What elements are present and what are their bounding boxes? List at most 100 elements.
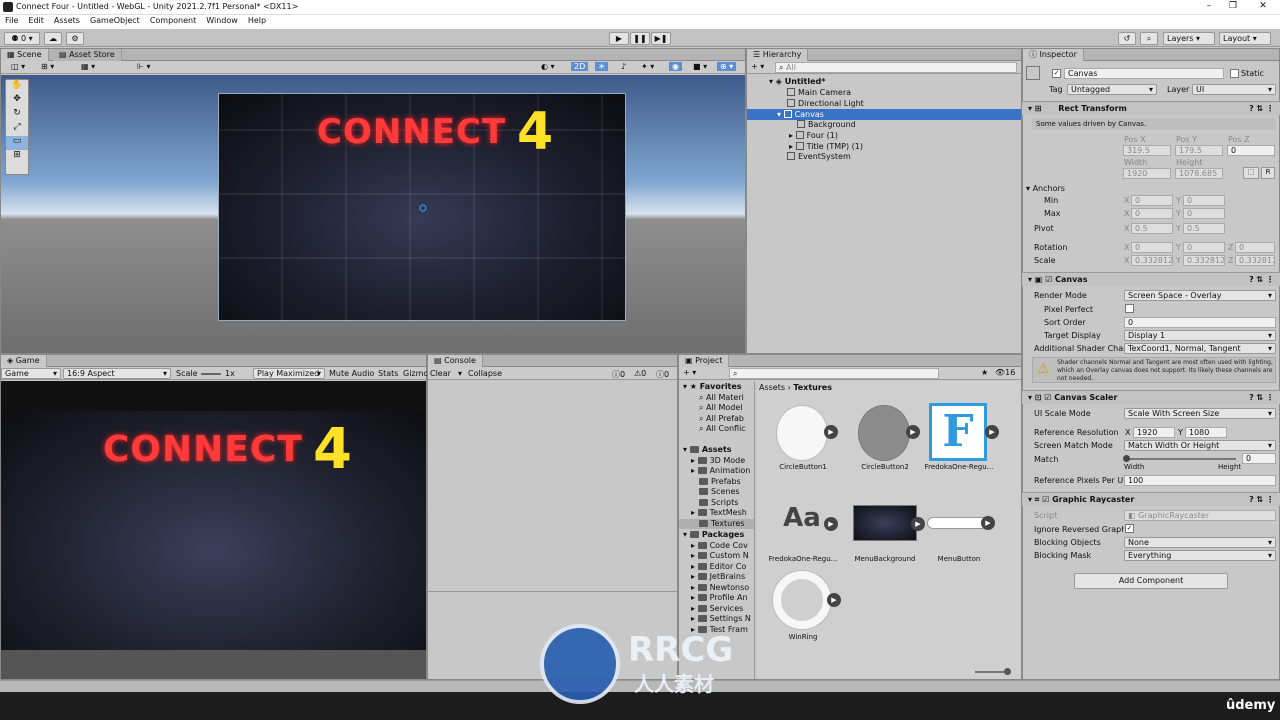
fav-all-materials[interactable]: ⌕ All Materi (699, 393, 744, 403)
canvas-rect[interactable]: CONNECT 4 (218, 93, 627, 322)
rect-tool-icon[interactable]: ▭ (6, 136, 28, 150)
scale-tool-icon[interactable]: ⤢ (6, 122, 28, 136)
folder-textmesh[interactable]: ▸ TextMesh (691, 508, 747, 518)
camera-icon[interactable]: ◐ ▾ (541, 62, 555, 71)
menu-help[interactable]: Help (243, 15, 271, 26)
sort-order-field[interactable]: 0 (1124, 317, 1276, 328)
screen-match-mode-dropdown[interactable]: Match Width Or Height (1124, 440, 1276, 451)
anchor-max-y[interactable]: 0 (1183, 208, 1225, 219)
hierarchy-item-canvas[interactable]: ▾ Canvas (747, 109, 1021, 120)
visibility-icon[interactable]: ◉ (669, 62, 682, 71)
height-field[interactable]: 1078.685 (1175, 168, 1223, 179)
tab-hierarchy[interactable]: ☰ Hierarchy (747, 49, 809, 61)
match-field[interactable]: 0 (1242, 453, 1276, 464)
canvas-component-header[interactable]: ▾ ▣ ☑ Canvas? ⇅ ⋮ (1022, 272, 1280, 286)
scale-y[interactable]: 0.332812 (1183, 255, 1225, 266)
render-mode-dropdown[interactable]: Screen Space - Overlay (1124, 290, 1276, 301)
menu-gameobject[interactable]: GameObject (85, 15, 145, 26)
play-preview-icon[interactable]: ▶ (827, 593, 841, 607)
packages-header[interactable]: ▾ Packages (683, 530, 744, 540)
component-menu-icon[interactable]: ? ⇅ ⋮ (1249, 493, 1274, 506)
canvas-scaler-header[interactable]: ▾ ⊡ ☑ Canvas Scaler? ⇅ ⋮ (1022, 390, 1280, 404)
shader-channels-dropdown[interactable]: TexCoord1, Normal, Tangent (1124, 343, 1276, 354)
folder-scenes[interactable]: Scenes (699, 487, 740, 497)
gizmo-mode-icon[interactable]: ⊞ ▾ (41, 62, 54, 71)
log-count-toggle[interactable]: ⓘ0 (612, 369, 625, 380)
asset-fredoka-font[interactable]: Aa ▶ FredokaOne-Regu... (763, 495, 843, 563)
ref-resolution-x[interactable]: 1920 (1133, 427, 1175, 438)
menu-assets[interactable]: Assets (49, 15, 85, 26)
cloud-icon[interactable]: ☁ (44, 32, 62, 45)
game-view[interactable]: CONNECT 4 (1, 411, 426, 650)
account-button[interactable]: ⚉ 0 ▾ (4, 32, 40, 45)
collab-icon[interactable]: ⚙ (66, 32, 84, 45)
play-preview-icon[interactable]: ▶ (981, 516, 995, 530)
hierarchy-search-input[interactable]: ⌕ All (775, 62, 1017, 73)
pivot-y[interactable]: 0.5 (1183, 223, 1225, 234)
effects-icon[interactable]: ✦ ▾ (641, 62, 654, 71)
folder-prefabs[interactable]: Prefabs (699, 477, 741, 487)
folder-animation[interactable]: ▸ Animation (691, 466, 750, 476)
rotation-y[interactable]: 0 (1183, 242, 1225, 253)
tag-dropdown[interactable]: Untagged (1067, 84, 1157, 95)
tab-asset-store[interactable]: ▤ Asset Store (53, 49, 122, 61)
ref-resolution-y[interactable]: 1080 (1185, 427, 1227, 438)
width-field[interactable]: 1920 (1123, 168, 1171, 179)
breadcrumb-assets[interactable]: Assets (759, 383, 785, 392)
hierarchy-item-main-camera[interactable]: Main Camera (787, 87, 851, 98)
tab-inspector[interactable]: ⓘ Inspector (1023, 49, 1084, 61)
history-icon[interactable]: ↺ (1118, 32, 1136, 45)
scale-slider[interactable] (201, 373, 221, 375)
asset-winring[interactable]: ▶ WinRing (763, 571, 843, 641)
ignore-reversed-checkbox[interactable]: ✓ (1125, 524, 1134, 533)
graphic-raycaster-header[interactable]: ▾ ⌗ ☑ Graphic Raycaster? ⇅ ⋮ (1022, 492, 1280, 506)
scene-camera-icon[interactable]: ■ ▾ (693, 62, 707, 71)
asset-menubackground[interactable]: ▶ MenuBackground (845, 495, 925, 563)
clear-button[interactable]: Clear (430, 369, 451, 378)
tab-console[interactable]: ▤ Console (428, 355, 483, 367)
blocking-objects-dropdown[interactable]: None (1124, 537, 1276, 548)
play-preview-icon[interactable]: ▶ (985, 425, 999, 439)
breadcrumb-textures[interactable]: Textures (793, 383, 832, 392)
hierarchy-item-four[interactable]: ▸ Four (1) (789, 130, 838, 141)
folder-3d-models[interactable]: ▸ 3D Mode (691, 456, 745, 466)
posz-field[interactable]: 0 (1227, 145, 1275, 156)
fav-all-conflicted[interactable]: ⌕ All Conflic (699, 424, 746, 434)
raw-edit-button[interactable]: R (1261, 167, 1275, 179)
package-custom-nunit[interactable]: ▸ Custom N (691, 551, 749, 561)
move-tool-icon[interactable]: ✥ (6, 94, 28, 108)
scale-x[interactable]: 0.332812 (1131, 255, 1173, 266)
add-object-button[interactable]: + ▾ (751, 62, 764, 71)
error-count-toggle[interactable]: ⓘ0 (656, 369, 669, 380)
hierarchy-item-eventsystem[interactable]: EventSystem (787, 151, 851, 162)
aspect-dropdown[interactable]: 16:9 Aspect (63, 368, 171, 379)
active-checkbox[interactable]: ✓ (1052, 69, 1061, 78)
clear-options-icon[interactable]: ▾ (458, 369, 462, 378)
tab-game[interactable]: ◈ Game (1, 355, 47, 367)
display-dropdown[interactable]: Game (1, 368, 61, 379)
posx-field[interactable]: 319.5 (1123, 145, 1171, 156)
target-display-dropdown[interactable]: Display 1 (1124, 330, 1276, 341)
search-icon[interactable]: ⌕ (1140, 32, 1158, 45)
anchor-min-x[interactable]: 0 (1131, 195, 1173, 206)
object-name-input[interactable]: Canvas (1064, 68, 1224, 79)
asset-circlebutton2[interactable]: ▶ CircleButton2 (845, 403, 925, 471)
anchors-label[interactable]: ▾ Anchors (1026, 184, 1065, 193)
component-menu-icon[interactable]: ? ⇅ ⋮ (1249, 102, 1274, 115)
package-services[interactable]: ▸ Services (691, 604, 743, 614)
draw-mode-icon[interactable]: ◫ ▾ (11, 62, 25, 71)
package-profile-analyzer[interactable]: ▸ Profile An (691, 593, 748, 603)
menu-component[interactable]: Component (145, 15, 201, 26)
maximize-icon[interactable]: ❐ (1222, 1, 1244, 13)
asset-circlebutton1[interactable]: ▶ CircleButton1 (763, 403, 843, 471)
play-preview-icon[interactable]: ▶ (906, 425, 920, 439)
layers-dropdown[interactable]: Layers ▾ (1163, 32, 1215, 45)
project-search-input[interactable]: ⌕ (729, 368, 939, 379)
folder-textures[interactable]: Textures (679, 519, 754, 529)
rotation-x[interactable]: 0 (1131, 242, 1173, 253)
pause-button[interactable]: ❚❚ (630, 32, 650, 45)
warning-count-toggle[interactable]: ⚠0 (634, 369, 646, 378)
anchor-max-x[interactable]: 0 (1131, 208, 1173, 219)
menu-edit[interactable]: Edit (23, 15, 49, 26)
close-icon[interactable]: ✕ (1252, 1, 1274, 13)
